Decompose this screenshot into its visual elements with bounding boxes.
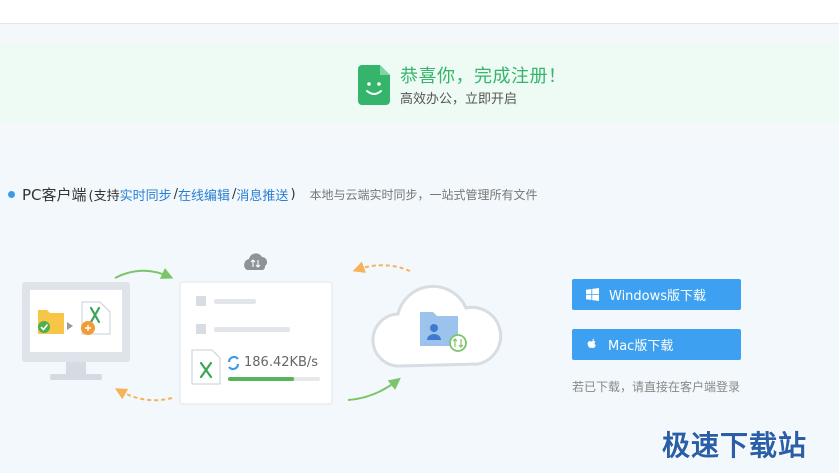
computer-icon [22,282,130,380]
paren-open: (支持 [88,188,120,204]
sync-cloud-small-icon [244,253,268,270]
section-title: PC客户端 [22,185,87,204]
sync-illustration [22,253,503,405]
transfer-speed: 186.42KB/s [244,355,319,370]
mac-download-button[interactable]: Mac版下载 [572,329,741,360]
upload-progress-fill [228,377,295,381]
banner-title: 恭喜你，完成注册！ [400,66,567,87]
section-description: 本地与云端实时同步，一站式管理所有文件 [309,187,538,202]
windows-download-button[interactable]: Windows版下载 [572,279,741,310]
top-bar [0,0,839,24]
cloud-storage-icon [371,284,503,368]
return-arrow [114,388,173,402]
login-hint: 若已下载，请直接在客户端登录 [572,380,741,394]
site-watermark: 极速下载站 [662,429,808,462]
feature-link-edit[interactable]: 在线编辑 [178,185,230,204]
bullet-dot [8,190,15,198]
windows-download-label: Windows版下载 [609,289,707,304]
windows-logo-icon [586,288,599,301]
paren-close: ) [290,186,296,202]
section-heading: PC客户端 (支持 实时同步 / 在线编辑 / 消息推送 ) 本地与云端实时同步… [8,184,538,204]
apple-logo-icon [587,338,596,348]
smiling-document-icon [358,65,390,105]
banner-subtitle: 高效办公，立即开启 [400,92,518,107]
feature-link-push[interactable]: 消息推送 [236,185,288,204]
download-arrow [352,261,411,273]
mac-download-label: Mac版下载 [608,339,674,354]
file-transfer-card [179,281,333,405]
feature-link-sync[interactable]: 实时同步 [120,185,172,204]
upload-arrow [114,268,174,279]
sync-arrow [347,377,401,401]
